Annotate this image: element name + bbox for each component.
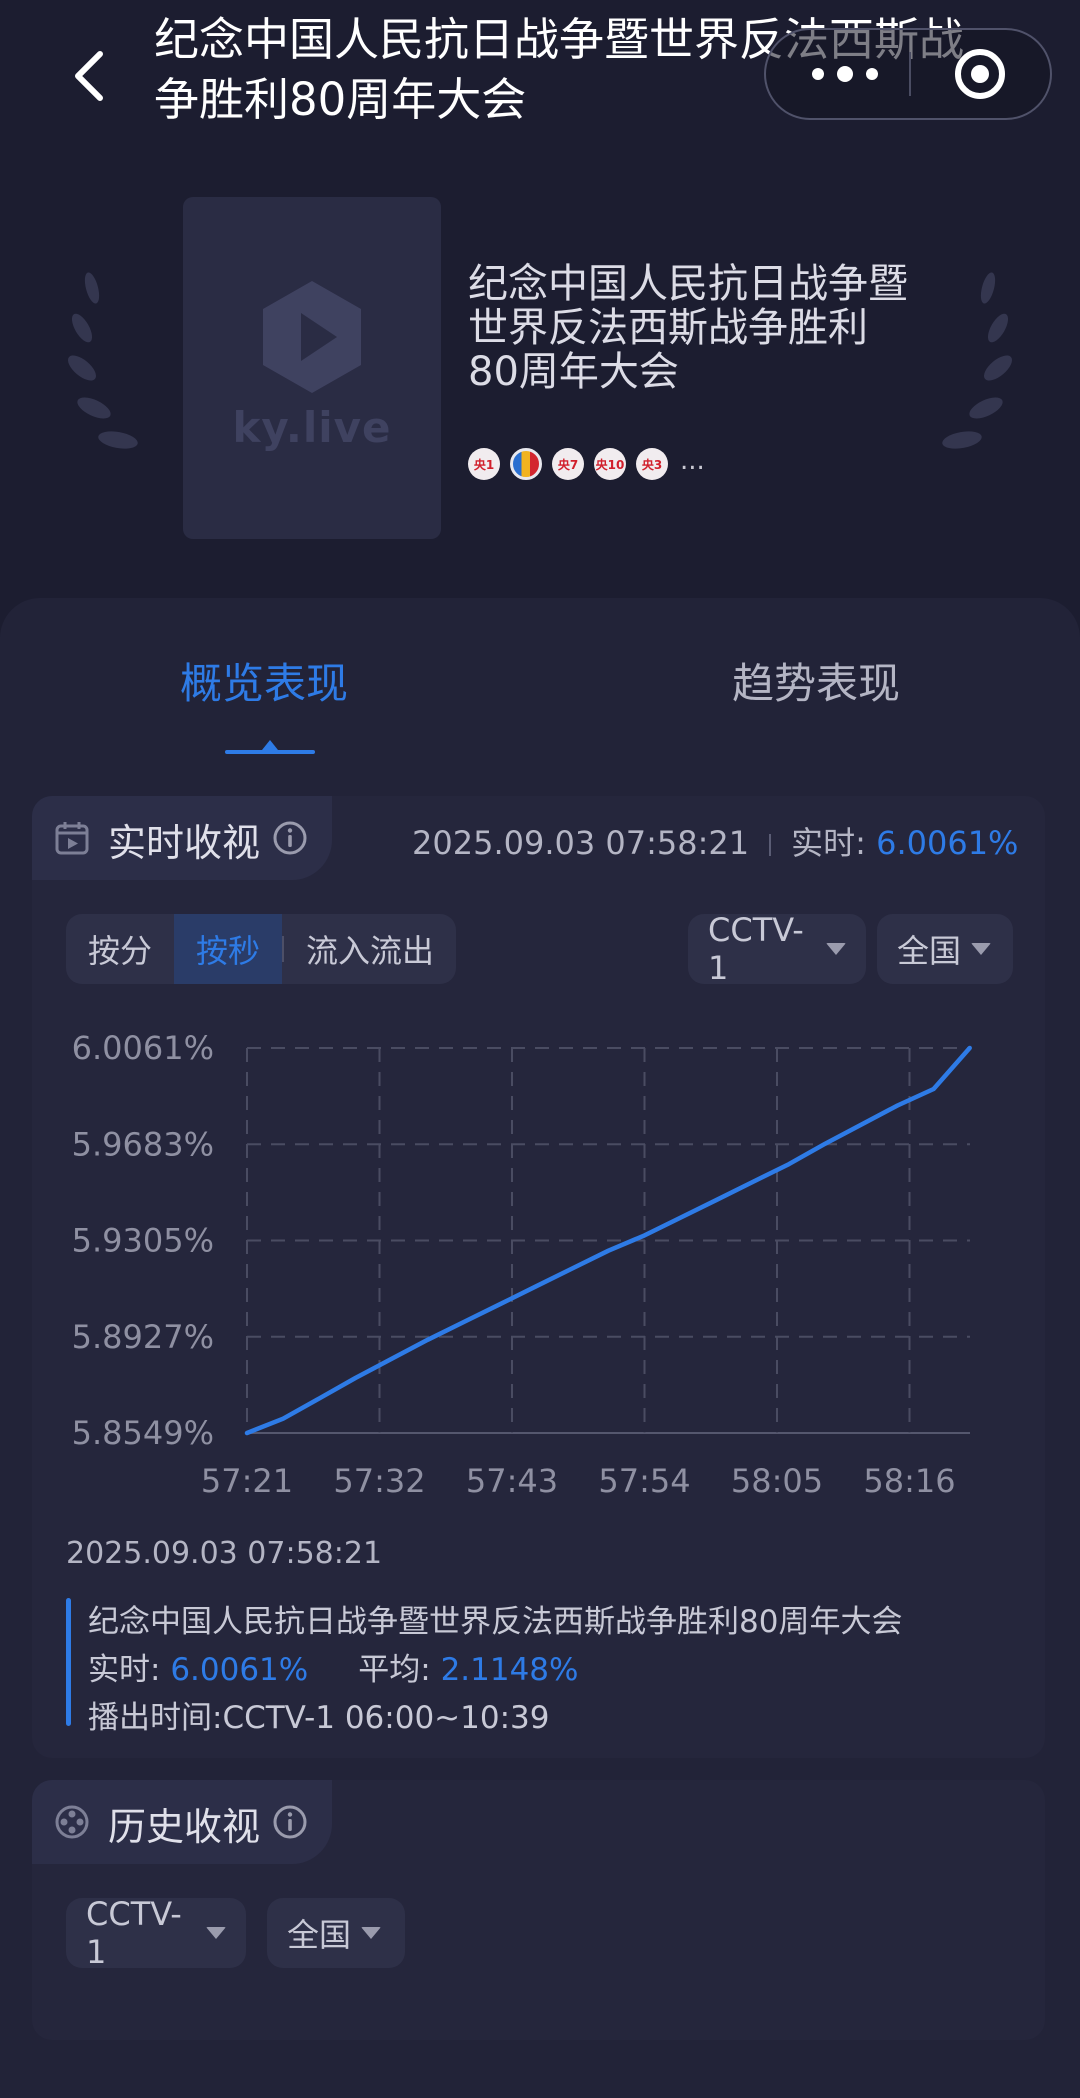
history-channel-value: CCTV-1 — [86, 1895, 182, 1971]
show-name: 纪念中国人民抗日战争暨世界反法西斯战争胜利80周年大会 — [468, 261, 908, 395]
channel-badge: 央10 — [594, 448, 626, 480]
channel-dropdown[interactable]: CCTV-1 — [688, 911, 866, 987]
meta-divider — [769, 834, 772, 856]
tooltip-time: 2025.09.03 07:58:21 — [66, 1536, 383, 1571]
history-title: 历史收视 — [108, 1805, 261, 1849]
tab-indicator-caret — [262, 740, 278, 750]
history-region-dropdown[interactable]: 全国 — [267, 1898, 405, 1968]
laurel-left-icon — [67, 272, 138, 449]
tooltip-show-name: 纪念中国人民抗日战争暨世界反法西斯战争胜利80周年大会 — [88, 1604, 903, 1640]
calendar-play-icon — [55, 822, 89, 855]
live-value: 6.0061% — [876, 824, 1019, 862]
channel-badge: 央7 — [552, 448, 584, 480]
show-poster: ky.live — [183, 197, 441, 539]
dropdown-arrow-icon — [826, 943, 846, 955]
region-dropdown-value: 全国 — [897, 932, 962, 970]
channel-badge-icon — [510, 448, 542, 480]
laurel-right-icon — [942, 272, 1013, 449]
info-icon[interactable] — [272, 1804, 308, 1840]
y-tick-label: 5.9683% — [72, 1125, 214, 1163]
y-tick-label: 5.8549% — [72, 1414, 214, 1452]
dropdown-arrow-icon — [971, 943, 992, 955]
channel-dropdown-value: CCTV-1 — [708, 911, 804, 987]
back-icon[interactable] — [68, 48, 112, 104]
tab-trend[interactable]: 趋势表现 — [732, 650, 900, 711]
history-region-value: 全国 — [287, 1916, 352, 1954]
tooltip-live-label: 实时: — [88, 1652, 161, 1688]
more-icon[interactable] — [810, 66, 880, 82]
tooltip-values: 实时: 6.0061% 平均: 2.1148% — [88, 1644, 579, 1689]
close-miniprogram-icon[interactable] — [954, 48, 1006, 100]
y-tick-label: 6.0061% — [72, 1029, 214, 1067]
realtime-timestamp: 2025.09.03 07:58:21 — [412, 824, 750, 862]
tooltip-air-value: CCTV-1 06:00~10:39 — [222, 1700, 550, 1736]
poster-logo-text: ky.live — [232, 403, 392, 452]
realtime-line-chart[interactable]: 6.0061% 5.9683% 5.9305% 5.8927% 5.8549% 57:2… — [0, 1010, 1080, 1530]
tab-indicator — [225, 750, 315, 754]
x-tick-label: 58:05 — [731, 1462, 823, 1500]
dropdown-arrow-icon — [206, 1927, 226, 1939]
ky-live-logo-icon — [263, 281, 361, 393]
y-tick-label: 5.9305% — [72, 1222, 214, 1260]
realtime-title: 实时收视 — [108, 821, 261, 865]
tooltip-avg-value: 2.1148% — [440, 1652, 579, 1688]
y-tick-label: 5.8927% — [72, 1318, 214, 1356]
x-tick-label: 57:54 — [598, 1462, 690, 1500]
channel-badge: 央1 — [468, 448, 500, 480]
realtime-meta: 2025.09.03 07:58:21 实时: 6.0061% — [412, 818, 1018, 864]
tab-overview[interactable]: 概览表现 — [180, 650, 348, 711]
tooltip-avg-label: 平均: — [358, 1652, 431, 1688]
region-dropdown[interactable]: 全国 — [877, 914, 1013, 984]
realtime-header: 实时收视 — [32, 796, 332, 880]
dropdown-arrow-icon — [361, 1927, 382, 1939]
capsule-divider — [909, 52, 911, 96]
x-tick-label: 57:21 — [201, 1462, 293, 1500]
film-reel-icon — [55, 1805, 89, 1839]
tooltip-accent-bar — [66, 1598, 71, 1726]
info-icon[interactable] — [272, 820, 308, 856]
tooltip-air-label: 播出时间: — [88, 1700, 223, 1736]
tooltip-live-value: 6.0061% — [170, 1652, 309, 1688]
tooltip-airtime: 播出时间:CCTV-1 06:00~10:39 — [88, 1692, 549, 1737]
channel-badge: 央3 — [636, 448, 668, 480]
x-tick-label: 58:16 — [863, 1462, 955, 1500]
more-channels[interactable]: ... — [680, 446, 705, 476]
segment-by-minute[interactable]: 按分 — [66, 914, 174, 984]
live-label: 实时: — [791, 824, 866, 862]
history-channel-dropdown[interactable]: CCTV-1 — [66, 1895, 246, 1971]
segment-by-second[interactable]: 按秒 — [174, 914, 282, 984]
channel-list: 央1 央7 央10 央3 ... — [468, 444, 705, 484]
granularity-segmented-control: 按分 按秒 流入流出 — [66, 914, 456, 984]
x-tick-label: 57:43 — [466, 1462, 558, 1500]
x-tick-label: 57:32 — [333, 1462, 425, 1500]
mini-program-capsule — [764, 28, 1052, 120]
segment-inflow-outflow[interactable]: 流入流出 — [284, 914, 456, 984]
history-header: 历史收视 — [32, 1780, 332, 1864]
